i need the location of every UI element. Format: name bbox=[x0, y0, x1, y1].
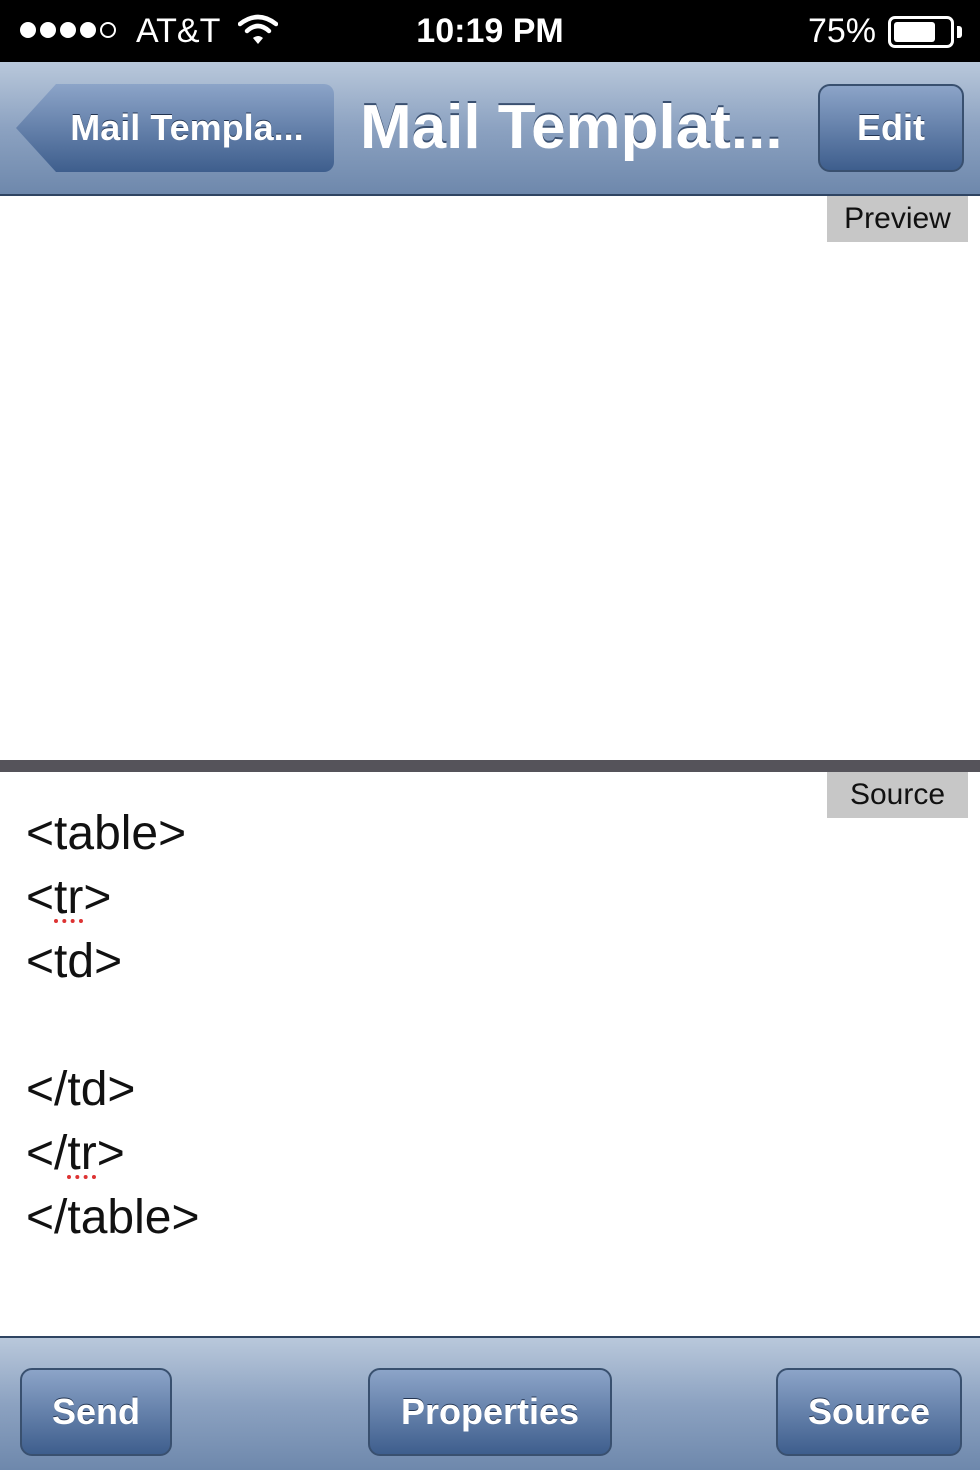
source-text-part: td> bbox=[54, 935, 123, 988]
source-line: <td> bbox=[26, 930, 200, 994]
source-line: </td> bbox=[26, 1058, 200, 1122]
source-text-part: < bbox=[26, 807, 55, 860]
source-line bbox=[26, 994, 200, 1058]
source-text-part: table> bbox=[54, 807, 187, 860]
source-line: </table> bbox=[26, 1186, 200, 1250]
battery-percentage: 75% bbox=[807, 12, 876, 50]
source-line: </tr> bbox=[26, 1122, 200, 1186]
status-bar: AT&T 10:19 PM 75% bbox=[0, 0, 980, 62]
properties-button[interactable]: Properties bbox=[368, 1368, 612, 1456]
send-button[interactable]: Send bbox=[20, 1368, 172, 1456]
source-label: Source bbox=[827, 772, 968, 818]
battery-fill bbox=[894, 22, 935, 42]
source-text-part: </ bbox=[26, 1127, 68, 1180]
edit-button[interactable]: Edit bbox=[818, 84, 964, 172]
page-title: Mail Templat... bbox=[360, 93, 783, 162]
source-line: <table> bbox=[26, 802, 200, 866]
battery-tip bbox=[957, 26, 962, 38]
preview-pane: Preview bbox=[0, 196, 980, 760]
source-line: <tr> bbox=[26, 866, 200, 930]
pane-divider[interactable] bbox=[0, 760, 980, 772]
preview-label: Preview bbox=[827, 196, 968, 242]
source-text-part: </ bbox=[26, 1191, 68, 1244]
bottom-toolbar: Send Properties Source bbox=[0, 1336, 980, 1470]
source-text-part: </ bbox=[26, 1063, 68, 1116]
misspelled-word: tr bbox=[67, 1127, 97, 1180]
source-text-part: < bbox=[26, 871, 55, 924]
battery-icon bbox=[888, 16, 954, 48]
misspelled-word: tr bbox=[54, 871, 84, 924]
source-editor[interactable]: Source <table> <tr> <td> </td> </tr> </t… bbox=[0, 772, 980, 1336]
source-text-part: > bbox=[96, 1127, 125, 1180]
navigation-bar: Mail Templa... Mail Templat... Edit bbox=[0, 62, 980, 196]
source-text[interactable]: <table> <tr> <td> </td> </tr> </table> bbox=[26, 802, 200, 1250]
source-text-part: table> bbox=[67, 1191, 200, 1244]
source-text-part: < bbox=[26, 935, 55, 988]
source-text-part: td> bbox=[67, 1063, 136, 1116]
source-text-part: > bbox=[83, 871, 112, 924]
back-button[interactable]: Mail Templa... bbox=[16, 84, 334, 172]
source-button[interactable]: Source bbox=[776, 1368, 962, 1456]
